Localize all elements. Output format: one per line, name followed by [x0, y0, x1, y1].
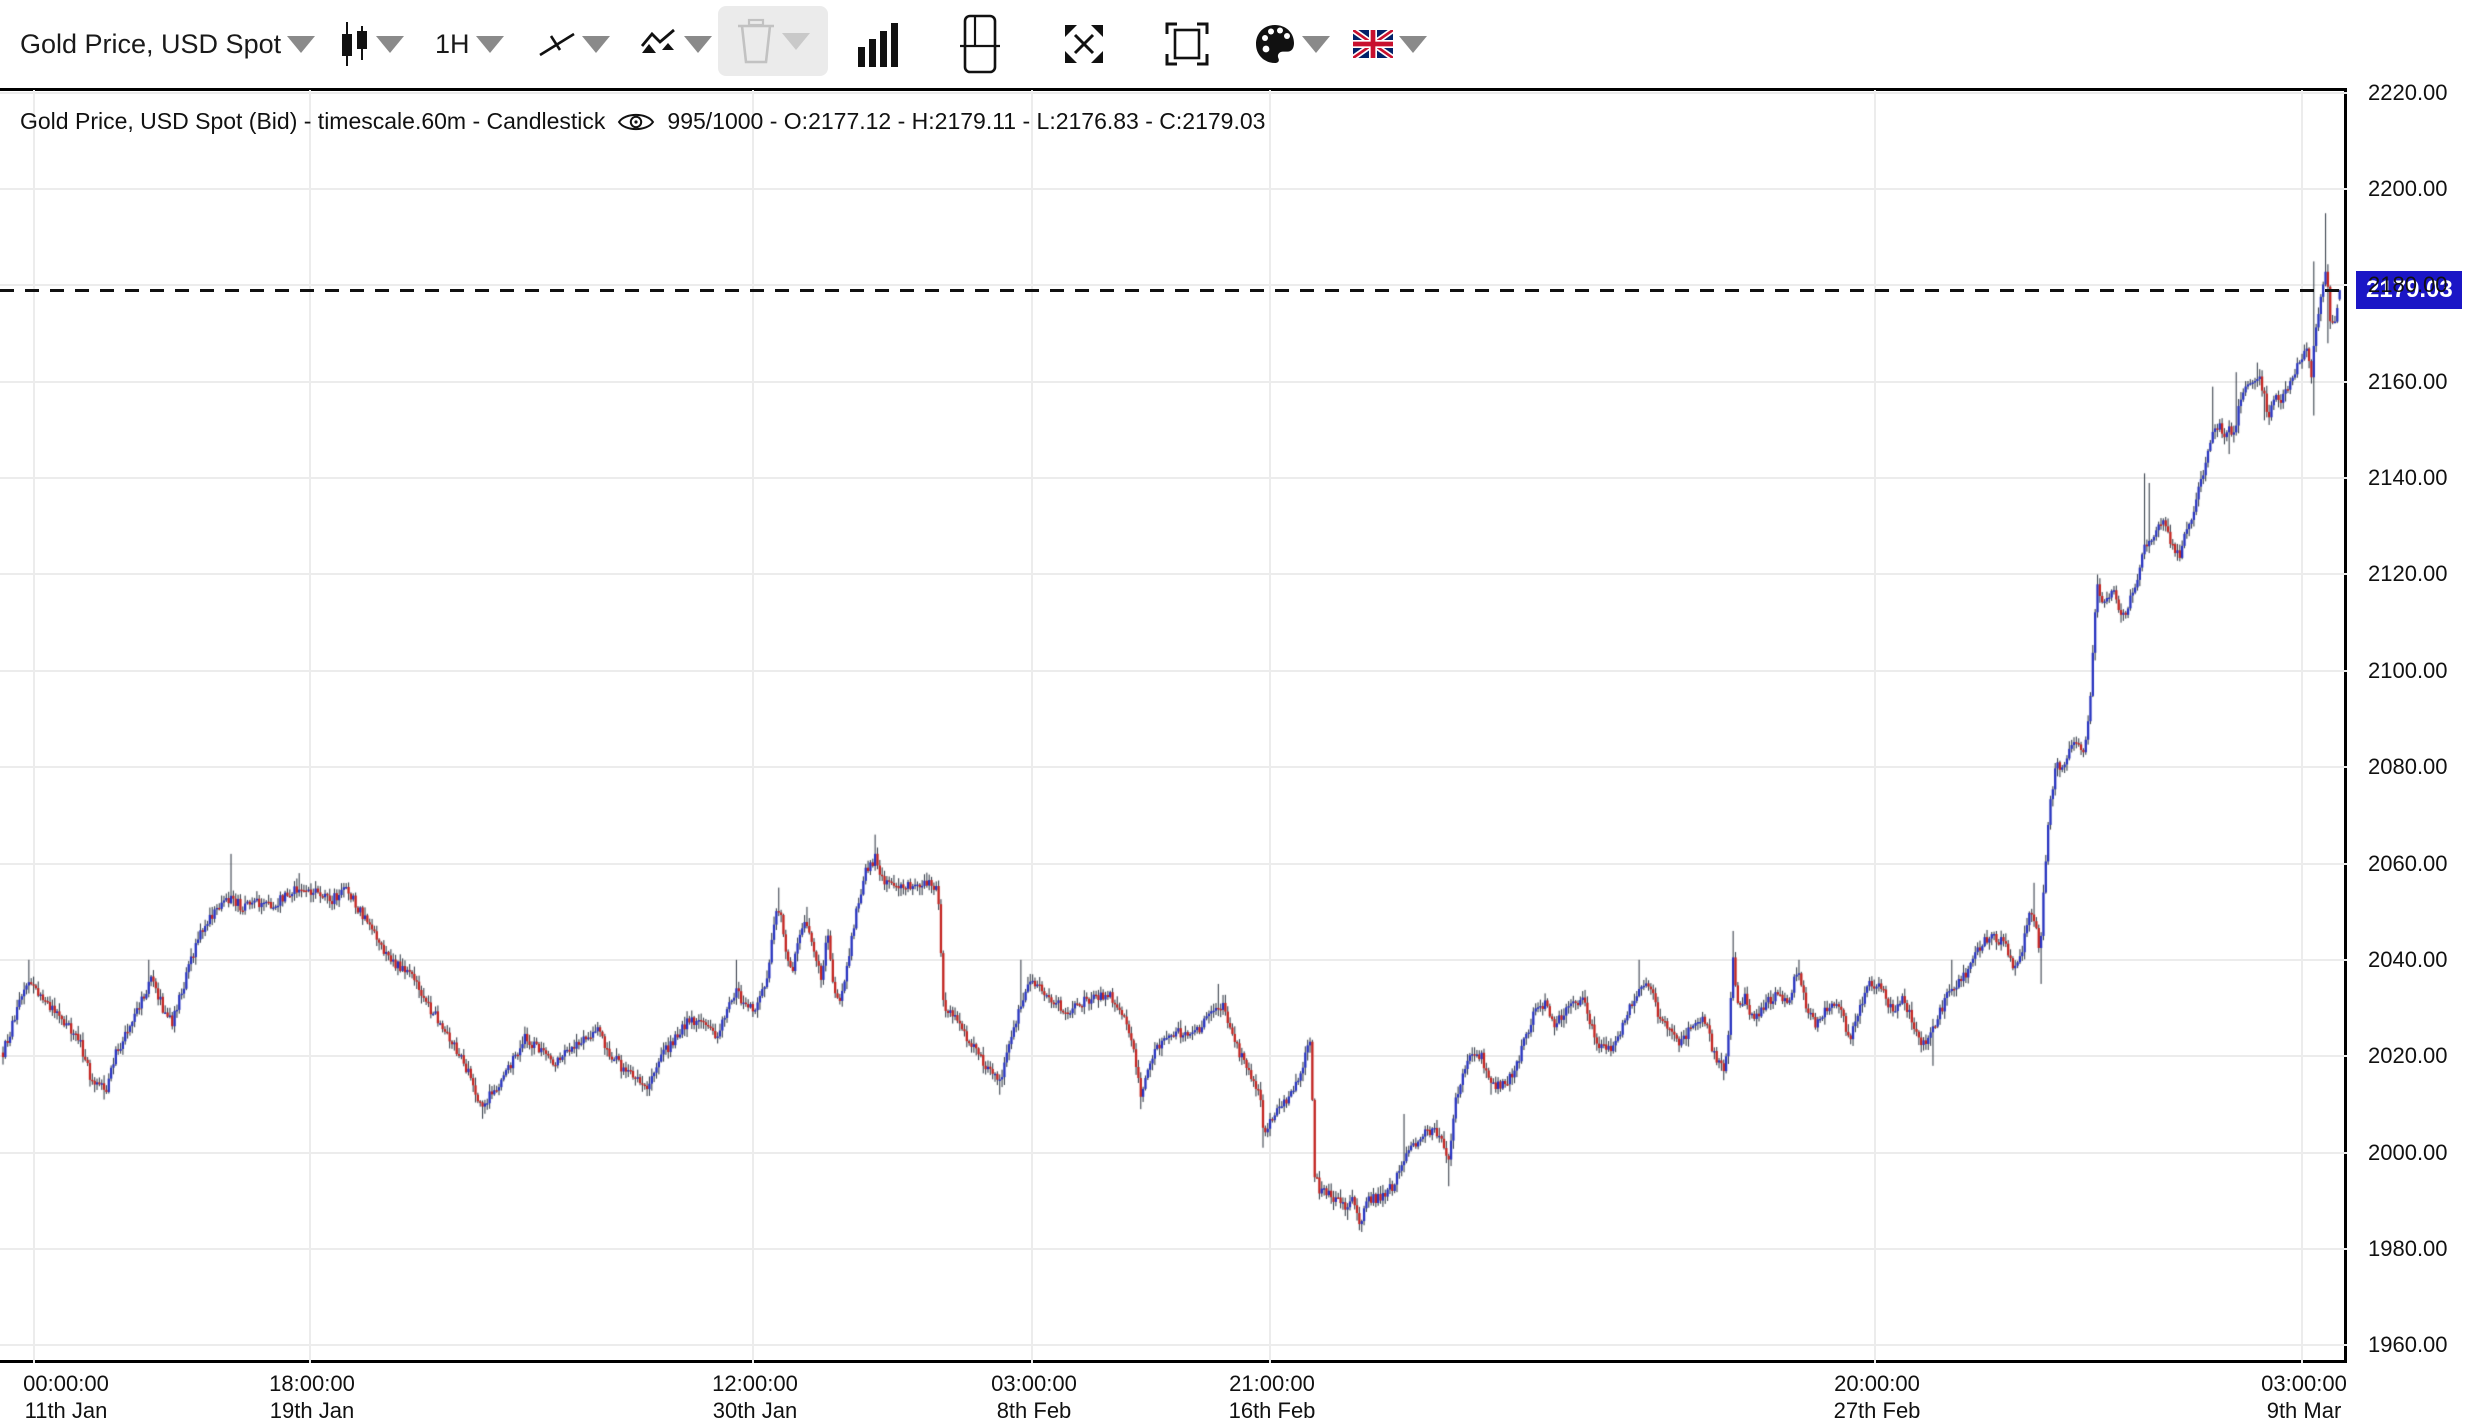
x-axis-label: 18:00:0019th Jan [252, 1370, 372, 1418]
x-axis-label: 03:00:008th Feb [974, 1370, 1094, 1418]
candlestick-canvas[interactable] [0, 0, 2469, 1418]
last-price-line [0, 289, 2347, 292]
y-axis-label: 2080.00 [2368, 754, 2464, 780]
y-axis-label: 2100.00 [2368, 658, 2464, 684]
x-axis-label: 20:00:0027th Feb [1817, 1370, 1937, 1418]
y-axis-label: 1960.00 [2368, 1332, 2464, 1358]
x-axis-label: 03:00:009th Mar [2244, 1370, 2364, 1418]
y-axis-label: 2040.00 [2368, 947, 2464, 973]
chart-series-label: Gold Price, USD Spot (Bid) - timescale.6… [20, 108, 605, 135]
x-axis-label: 21:00:0016th Feb [1212, 1370, 1332, 1418]
y-axis-label: 2200.00 [2368, 176, 2464, 202]
gold-chart-app: { "toolbar": { "symbol": "Gold Price, US… [0, 0, 2469, 1418]
ohlc-stats: 995/1000 - O:2177.12 - H:2179.11 - L:217… [667, 108, 1265, 135]
y-axis-label: 2120.00 [2368, 561, 2464, 587]
chart-header: Gold Price, USD Spot (Bid) - timescale.6… [20, 108, 1265, 135]
x-axis-label: 12:00:0030th Jan [695, 1370, 815, 1418]
y-axis-label: 2180.00 [2368, 272, 2464, 298]
x-axis-label: 00:00:0011th Jan [6, 1370, 126, 1418]
y-axis-label: 1980.00 [2368, 1236, 2464, 1262]
y-axis-label: 2020.00 [2368, 1043, 2464, 1069]
y-axis-label: 2060.00 [2368, 851, 2464, 877]
y-axis-label: 2140.00 [2368, 465, 2464, 491]
y-axis-label: 2000.00 [2368, 1140, 2464, 1166]
eye-icon[interactable] [617, 109, 655, 135]
y-axis-label: 2160.00 [2368, 369, 2464, 395]
y-axis-label: 2220.00 [2368, 80, 2464, 106]
